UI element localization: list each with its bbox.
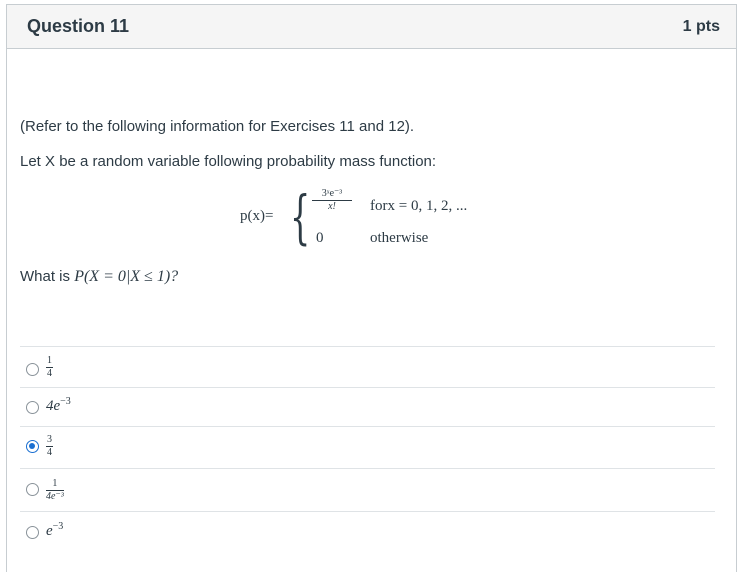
pmf-formula: p(x)= { 3ˣe⁻³ x! forx = 0, 1, 2, ... 0 o…: [240, 188, 500, 256]
answer-text: 4e: [46, 398, 61, 414]
question-points: 1 pts: [682, 18, 720, 35]
prompt-math: P(X = 0|X ≤ 1)?: [74, 268, 179, 285]
fraction-numerator: 1: [46, 355, 53, 368]
answer-option-3[interactable]: 3 4: [20, 426, 715, 468]
radio-button[interactable]: [26, 401, 39, 414]
fraction-denominator: 4: [47, 447, 52, 458]
left-brace-icon: {: [290, 183, 311, 251]
fraction-numerator: 3: [46, 434, 53, 447]
fraction-numerator: 1: [46, 479, 64, 491]
fraction-numerator: 3ˣe⁻³: [312, 188, 352, 201]
fraction: 1 4e⁻³: [46, 479, 64, 502]
question-header: Question 11 1 pts: [7, 5, 736, 49]
prompt-text: What is: [20, 268, 75, 285]
answer-text: e: [46, 523, 53, 539]
question-intro: (Refer to the following information for …: [20, 118, 415, 135]
radio-button[interactable]: [26, 526, 39, 539]
answer-option-5[interactable]: e−3: [20, 511, 715, 551]
question-stem: Let X be a random variable following pro…: [20, 153, 437, 170]
answer-label: 3 4: [46, 435, 53, 458]
answer-superscript: −3: [60, 396, 71, 407]
answer-label: 4e−3: [46, 396, 71, 415]
formula-lhs: p(x)=: [240, 208, 274, 224]
case2-condition: otherwise: [370, 230, 429, 246]
case1-condition: forx = 0, 1, 2, ...: [370, 198, 468, 214]
answer-option-2[interactable]: 4e−3: [20, 387, 715, 426]
fraction: 3 4: [46, 435, 53, 458]
answer-superscript: −3: [52, 521, 64, 532]
fraction: 1 4: [46, 356, 53, 379]
case2-value: 0: [316, 230, 324, 246]
fraction-denominator: x!: [328, 201, 336, 212]
answer-label: 1 4: [46, 356, 53, 379]
fraction-denominator: 4: [47, 368, 52, 379]
question-title: Question 11: [27, 16, 130, 36]
question-prompt: What is P(X = 0|X ≤ 1)?: [20, 268, 178, 286]
radio-button[interactable]: [26, 363, 39, 376]
radio-button[interactable]: [26, 483, 39, 496]
radio-button-selected[interactable]: [26, 440, 39, 453]
answer-option-1[interactable]: 1 4: [20, 346, 715, 387]
answer-label: 1 4e⁻³: [46, 479, 64, 502]
fraction-denominator: 4e⁻³: [46, 491, 64, 502]
answer-label: e−3: [46, 521, 63, 540]
formula-fraction: 3ˣe⁻³ x!: [312, 188, 352, 212]
answer-list: 1 4 4e−3 3 4 1 4e⁻³ e−3: [20, 346, 715, 551]
answer-option-4[interactable]: 1 4e⁻³: [20, 468, 715, 511]
